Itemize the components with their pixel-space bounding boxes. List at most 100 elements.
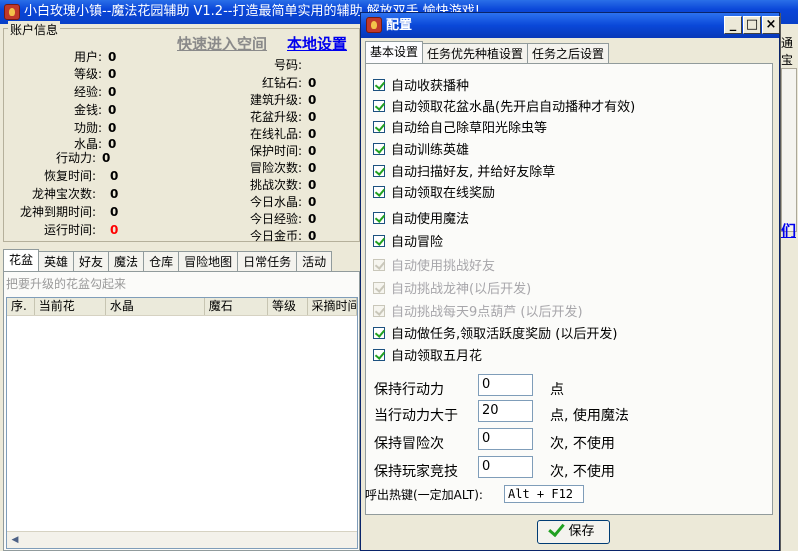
field-action-power: 行动力: 0 <box>55 151 111 165</box>
field-pot-upgrade: 花盆升级: 0 <box>249 110 317 124</box>
action-power-threshold-input[interactable]: 20 <box>478 400 533 422</box>
field-level: 等级: 0 <box>73 67 117 81</box>
dialog-rose-icon <box>366 17 382 33</box>
checkbox-auto-magic[interactable]: 自动使用魔法 <box>373 208 469 227</box>
flowerpot-table[interactable]: 序. 当前花 水晶 魔石 等级 采摘时间 ◀ <box>6 297 358 549</box>
table-horizontal-scrollbar[interactable]: ◀ <box>7 531 357 548</box>
col-index[interactable]: 序. <box>7 298 35 315</box>
tab-warehouse[interactable]: 仓库 <box>143 251 180 271</box>
field-qq-number: 号码: <box>273 58 302 72</box>
keep-action-power-input[interactable]: 0 <box>478 374 533 396</box>
setting-keep-action-power: 保持行动力 0 点 <box>374 374 564 399</box>
minimize-button[interactable]: _ <box>724 16 742 34</box>
field-online-gift: 在线礼品: 0 <box>249 127 317 141</box>
checkbox-auto-challenge-gourd: 自动挑战每天9点葫芦 (以后开发) <box>373 301 583 320</box>
checkbox-box[interactable] <box>373 349 385 361</box>
checkbox-box[interactable] <box>373 235 385 247</box>
field-dragon-count: 龙神宝次数: 0 <box>31 187 119 201</box>
field-dragon-expire: 龙神到期时间: 0 <box>19 205 119 219</box>
tab-magic[interactable]: 魔法 <box>108 251 145 271</box>
config-dialog: 配置 _ □ × 基本设置 任务优先种植设置 任务之后设置 自动收获播种 自动领… <box>360 12 780 551</box>
checkbox-auto-tasks[interactable]: 自动做任务,领取活跃度奖励 (以后开发) <box>373 323 617 342</box>
main-tab-strip: 花盆 英雄 好友 魔法 仓库 冒险地图 日常任务 活动 <box>3 249 333 271</box>
field-protect-time: 保护时间: 0 <box>249 144 317 158</box>
checkbox-box <box>373 259 385 271</box>
field-today-exp: 今日经验: 0 <box>249 212 317 226</box>
account-group-title: 账户信息 <box>8 21 61 38</box>
right-edge-link[interactable]: 们 <box>781 220 796 241</box>
scroll-left-icon[interactable]: ◀ <box>8 534 22 546</box>
basic-settings-panel: 自动收获播种 自动领取花盆水晶(先开启自动播种才有效) 自动给自己除草阳光除虫等… <box>365 63 773 515</box>
field-runtime: 运行时间: 0 <box>43 223 119 237</box>
checkbox-box[interactable] <box>373 121 385 133</box>
checkbox-box[interactable] <box>373 143 385 155</box>
tab-daily-tasks[interactable]: 日常任务 <box>237 251 298 271</box>
checkbox-auto-adventure[interactable]: 自动冒险 <box>373 231 443 250</box>
checkbox-auto-challenge-friends: 自动使用挑战好友 <box>373 255 495 274</box>
checkbox-auto-challenge-dragon: 自动挑战龙神(以后开发) <box>373 278 531 297</box>
col-magic-stone[interactable]: 魔石 <box>205 298 268 315</box>
tab-events[interactable]: 活动 <box>296 251 333 271</box>
tab-flowerpot[interactable]: 花盆 <box>3 249 40 271</box>
col-crystal[interactable]: 水晶 <box>106 298 205 315</box>
checkbox-auto-train-hero[interactable]: 自动训练英雄 <box>373 139 469 158</box>
keep-adventure-input[interactable]: 0 <box>478 428 533 450</box>
local-settings-link[interactable]: 本地设置 <box>287 33 347 54</box>
field-merit: 功勋: 0 <box>73 121 117 135</box>
checkbox-auto-scan-friends[interactable]: 自动扫描好友, 并给好友除草 <box>373 161 555 180</box>
checkbox-box[interactable] <box>373 165 385 177</box>
close-button[interactable]: × <box>762 16 780 34</box>
field-exp: 经验: 0 <box>73 85 117 99</box>
dialog-title: 配置 <box>386 18 413 33</box>
tab-adventure-map[interactable]: 冒险地图 <box>178 251 239 271</box>
checkbox-box[interactable] <box>373 186 385 198</box>
field-red-diamond: 红钻石: 0 <box>261 76 317 90</box>
save-button[interactable]: 保存 <box>537 519 610 544</box>
field-money: 金钱: 0 <box>73 103 117 117</box>
tab-task-priority-planting[interactable]: 任务优先种植设置 <box>422 43 529 63</box>
dialog-tab-strip: 基本设置 任务优先种植设置 任务之后设置 <box>365 41 610 63</box>
checkbox-auto-weed-self[interactable]: 自动给自己除草阳光除虫等 <box>373 117 547 136</box>
setting-keep-adventure: 保持冒险次 0 次, 不使用 <box>374 428 615 453</box>
field-building-upgrade: 建筑升级: 0 <box>249 93 317 107</box>
checkbox-auto-online-reward[interactable]: 自动领取在线奖励 <box>373 182 495 201</box>
setting-keep-pvp: 保持玩家竞技 0 次, 不使用 <box>374 456 615 481</box>
checkbox-box[interactable] <box>373 212 385 224</box>
tab-after-task-settings[interactable]: 任务之后设置 <box>527 43 610 63</box>
hotkey-label: 呼出热键(一定加ALT): <box>365 488 483 502</box>
upgrade-hint: 把要升级的花盆勾起来 <box>6 277 127 291</box>
field-today-crystal: 今日水晶: 0 <box>249 195 317 209</box>
checkbox-auto-mayflower[interactable]: 自动领取五月花 <box>373 345 482 364</box>
hotkey-input[interactable]: Alt + F12 <box>504 485 584 503</box>
field-today-gold: 今日金币: 0 <box>249 229 317 243</box>
maximize-button[interactable]: □ <box>743 16 761 34</box>
field-adventure-count: 冒险次数: 0 <box>249 161 317 175</box>
col-level[interactable]: 等级 <box>268 298 308 315</box>
field-challenge-count: 挑战次数: 0 <box>249 178 317 192</box>
checkbox-box <box>373 282 385 294</box>
checkbox-box <box>373 305 385 317</box>
checkbox-box[interactable] <box>373 327 385 339</box>
col-current-flower[interactable]: 当前花 <box>35 298 106 315</box>
dialog-title-bar[interactable]: 配置 _ □ × <box>361 13 780 38</box>
col-pick-time[interactable]: 采摘时间 <box>308 298 357 315</box>
field-recover-time: 恢复时间: 0 <box>43 169 119 183</box>
table-header: 序. 当前花 水晶 魔石 等级 采摘时间 <box>7 298 357 316</box>
checkbox-box[interactable] <box>373 79 385 91</box>
flowerpot-panel: 把要升级的花盆勾起来 序. 当前花 水晶 魔石 等级 采摘时间 ◀ <box>3 271 360 551</box>
checkbox-auto-harvest[interactable]: 自动收获播种 <box>373 75 469 94</box>
tab-friends[interactable]: 好友 <box>73 251 110 271</box>
quick-enter-space-link[interactable]: 快速进入空间 <box>177 33 267 54</box>
field-user: 用户: 0 <box>73 50 117 64</box>
right-edge-list <box>781 68 797 232</box>
checkbox-auto-pot-crystal[interactable]: 自动领取花盆水晶(先开启自动播种才有效) <box>373 96 635 115</box>
checkmark-icon <box>548 519 566 538</box>
checkbox-box[interactable] <box>373 100 385 112</box>
app-rose-icon <box>4 4 20 20</box>
tab-basic-settings[interactable]: 基本设置 <box>365 41 424 63</box>
right-edge-fragment: 通宝 们 <box>778 24 798 551</box>
setting-action-power-threshold: 当行动力大于 20 点, 使用魔法 <box>374 400 629 425</box>
right-edge-text-1: 通宝 <box>781 36 794 67</box>
keep-pvp-input[interactable]: 0 <box>478 456 533 478</box>
tab-hero[interactable]: 英雄 <box>38 251 75 271</box>
